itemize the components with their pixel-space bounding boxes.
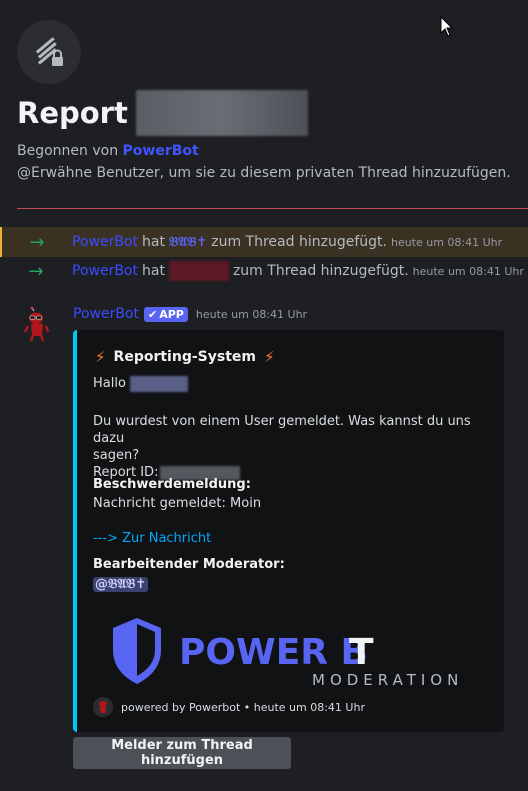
message-header: PowerBot ✔ APP heute um 08:41 Uhr <box>73 306 307 322</box>
app-tag-label: APP <box>159 307 184 321</box>
system-action: zum Thread hinzugefügt. <box>211 234 387 250</box>
verified-check-icon: ✔ <box>148 307 158 321</box>
moderator-section: Bearbeitender Moderator: @𝔅𝔄𝔅✝ <box>93 556 285 593</box>
banner-t-text: T <box>349 632 374 673</box>
system-target-user[interactable]: 𝔅𝔄𝔅✝ <box>169 235 207 250</box>
message-timestamp: heute um 08:41 Uhr <box>195 307 308 321</box>
system-action: zum Thread hinzugefügt. <box>232 263 409 279</box>
system-actor[interactable]: PowerBot <box>72 263 138 279</box>
report-embed: ⚡ Reporting-System ⚡ Hallo Du wurdest vo… <box>73 330 504 732</box>
started-by-prefix: Begonnen von <box>17 143 123 159</box>
greeting: Hallo <box>93 376 126 391</box>
redacted-user <box>129 375 188 392</box>
thread-icon <box>17 20 81 84</box>
banner-subtitle: MODERATION <box>312 671 463 689</box>
lightning-icon: ⚡ <box>263 348 275 366</box>
report-body: Du wurdest von einem User gemeldet. Was … <box>93 413 504 481</box>
mention-hint: @Erwähne Benutzer, um sie zu diesem priv… <box>17 165 511 181</box>
thread-lock-icon <box>35 37 63 66</box>
system-timestamp: heute um 08:41 Uhr <box>412 264 524 278</box>
bot-avatar-icon <box>17 306 57 346</box>
new-messages-divider <box>17 208 528 209</box>
join-arrow-icon: → <box>28 260 44 282</box>
lightning-icon: ⚡ <box>95 348 106 366</box>
greeting-line: Hallo <box>93 375 188 392</box>
complaint-heading: Beschwerdemeldung: <box>93 477 251 492</box>
system-message: → PowerBot hat 𝔅𝔄𝔅✝ zum Thread hinzugefü… <box>0 227 528 257</box>
mouse-cursor-icon <box>440 16 454 37</box>
thread-title-row: Report <box>17 90 308 136</box>
system-verb: hat <box>142 263 165 279</box>
redacted-user <box>168 261 229 281</box>
message-link[interactable]: ---> Zur Nachricht <box>93 531 211 546</box>
started-by-user[interactable]: PowerBot <box>123 143 199 159</box>
moderator-mention[interactable]: @𝔅𝔄𝔅✝ <box>93 577 149 592</box>
redacted-title <box>135 90 308 136</box>
footer-avatar-icon <box>93 697 113 717</box>
powerbot-banner-image[interactable]: POWER B T MODERATION <box>107 612 477 692</box>
started-by: Begonnen von PowerBot <box>17 143 199 159</box>
avatar[interactable] <box>17 306 57 346</box>
banner-power-text: POWER B <box>179 632 368 673</box>
system-actor[interactable]: PowerBot <box>72 234 138 250</box>
message-link-line: ---> Zur Nachricht <box>93 530 211 547</box>
complaint-text: Nachricht gemeldet: Moin <box>93 496 262 511</box>
body-line: sagen? <box>93 448 140 463</box>
add-reporter-button[interactable]: Melder zum Thread hinzufügen <box>73 737 291 769</box>
app-badge: ✔ APP <box>144 306 188 322</box>
system-message: → PowerBot hat zum Thread hinzugefügt. h… <box>0 256 528 286</box>
complaint-section: Beschwerdemeldung: Nachricht gemeldet: M… <box>93 476 261 512</box>
system-verb: hat <box>142 234 165 250</box>
embed-title-row: ⚡ Reporting-System ⚡ <box>95 348 275 366</box>
embed-footer: powered by Powerbot • heute um 08:41 Uhr <box>93 697 365 717</box>
system-timestamp: heute um 08:41 Uhr <box>390 235 503 249</box>
thread-title: Report <box>17 96 128 130</box>
moderator-heading: Bearbeitender Moderator: <box>93 557 285 572</box>
embed-title: Reporting-System <box>113 349 256 365</box>
message-author[interactable]: PowerBot <box>73 306 139 322</box>
body-line: Du wurdest von einem User gemeldet. Was … <box>93 414 471 446</box>
join-arrow-icon: → <box>29 231 45 253</box>
footer-text: powered by Powerbot • heute um 08:41 Uhr <box>121 700 365 714</box>
